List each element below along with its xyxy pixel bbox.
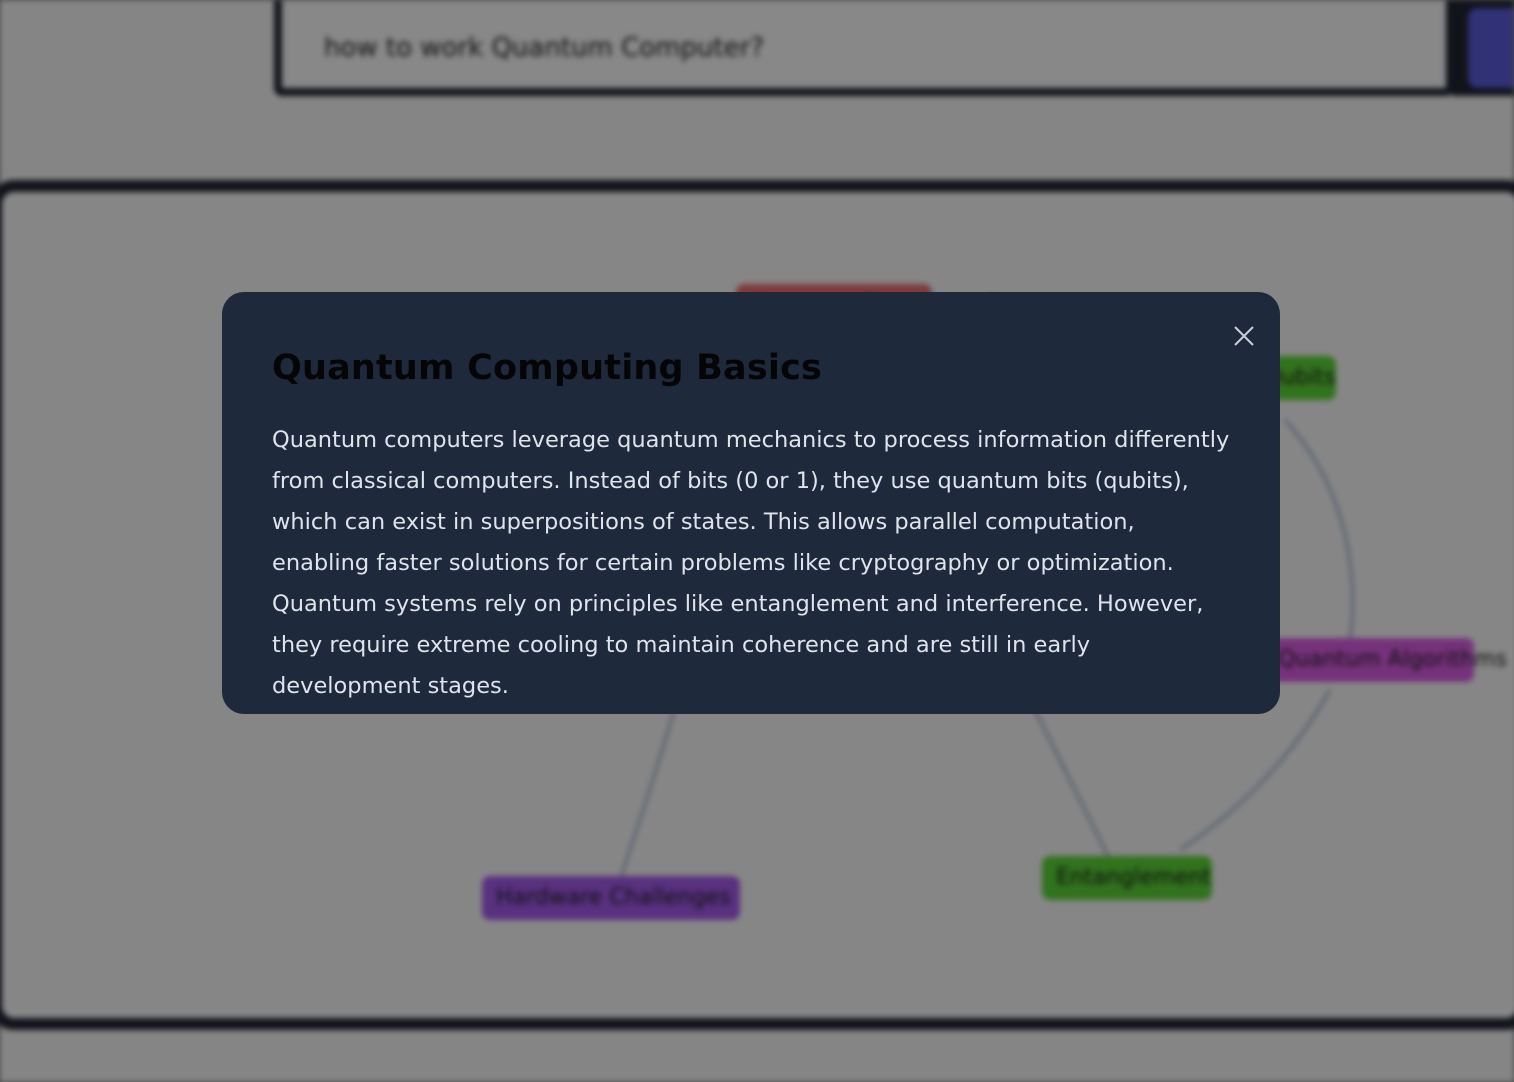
- modal-body-text: Quantum computers leverage quantum mecha…: [272, 427, 1230, 699]
- info-modal: Quantum Computing Basics Quantum compute…: [222, 292, 1280, 714]
- close-icon: [1234, 326, 1254, 346]
- app-page: Hardware Challenges Entanglement Quantum…: [0, 0, 1514, 1082]
- modal-title: Quantum Computing Basics: [272, 348, 823, 388]
- close-button[interactable]: [1228, 320, 1260, 352]
